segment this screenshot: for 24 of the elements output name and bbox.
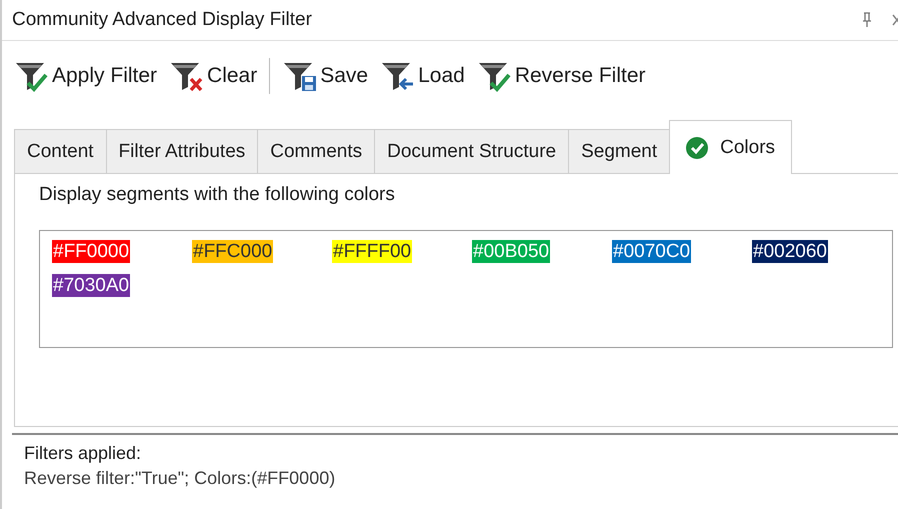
tab[interactable]: Comments — [257, 129, 376, 173]
tab[interactable]: Document Structure — [374, 129, 570, 173]
toolbar-button[interactable]: Reverse Filter — [472, 59, 650, 93]
toolbar-button[interactable]: Apply Filter — [10, 59, 162, 93]
toolbar-button[interactable]: Clear — [165, 59, 262, 93]
tab[interactable]: Content — [14, 129, 107, 173]
toolbar-button[interactable]: Load — [376, 59, 469, 93]
close-icon[interactable] — [892, 13, 898, 27]
color-item[interactable]: #FFC000 — [192, 240, 274, 263]
panel-caption: Display segments with the following colors — [39, 184, 396, 206]
color-item[interactable]: #0070C0 — [612, 240, 692, 263]
tab[interactable]: Filter Attributes — [106, 129, 258, 173]
color-item[interactable]: #002060 — [752, 240, 828, 263]
tab[interactable]: Colors — [669, 120, 792, 174]
status-heading: Filters applied: — [24, 443, 142, 464]
check-circle-icon — [686, 136, 708, 158]
pin-icon[interactable] — [862, 12, 872, 28]
tab[interactable]: Segment — [568, 129, 670, 173]
toolbar-button[interactable]: Save — [278, 59, 372, 93]
color-item[interactable]: #FFFF00 — [332, 240, 412, 263]
status-text: Reverse filter:"True"; Colors:(#FF0000) — [24, 468, 336, 489]
color-item[interactable]: #7030A0 — [52, 274, 130, 297]
window-title: Community Advanced Display Filter — [12, 9, 313, 31]
color-item[interactable]: #FF0000 — [52, 240, 130, 263]
